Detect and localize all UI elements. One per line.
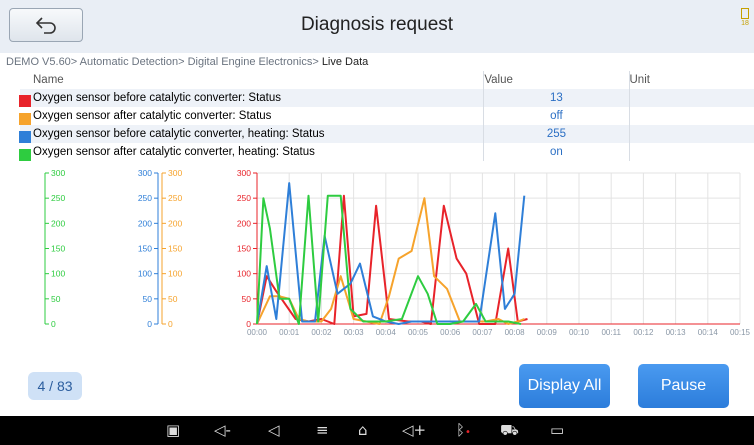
y-tick-label: 250 [138, 193, 152, 203]
row-value: 255 [483, 125, 629, 143]
x-tick-label: 00:04 [376, 328, 397, 337]
x-tick-label: 00:09 [537, 328, 558, 337]
x-tick-label: 00:00 [247, 328, 268, 337]
y-tick-label: 300 [168, 168, 182, 178]
row-name: Oxygen sensor before catalytic converter… [33, 92, 282, 104]
x-tick-label: 00:05 [408, 328, 429, 337]
x-tick-label: 00:11 [601, 328, 621, 337]
header-bar: Diagnosis request 18 [0, 0, 754, 53]
row-name: Oxygen sensor before catalytic converter… [33, 128, 325, 140]
x-tick-label: 00:13 [666, 328, 687, 337]
gallery-icon[interactable]: ▣ [166, 421, 180, 439]
screen-record-icon[interactable]: ▭ [550, 421, 564, 439]
column-header-value: Value [483, 71, 629, 89]
y-tick-label: 300 [138, 168, 152, 178]
x-tick-label: 00:02 [311, 328, 332, 337]
series-color-swatch [19, 95, 31, 107]
series-color-swatch [19, 113, 31, 125]
x-tick-label: 00:10 [569, 328, 590, 337]
row-value: on [483, 143, 629, 161]
y-tick-label: 100 [138, 269, 152, 279]
volume-up-icon[interactable]: ◁+ [402, 421, 426, 439]
page-title: Diagnosis request [300, 14, 454, 35]
y-tick-label: 100 [237, 269, 251, 279]
y-tick-label: 300 [51, 168, 65, 178]
y-tick-label: 200 [237, 218, 251, 228]
row-name: Oxygen sensor after catalytic converter:… [33, 110, 272, 122]
y-tick-label: 200 [168, 218, 182, 228]
row-value: off [483, 107, 629, 125]
y-tick-label: 50 [51, 294, 61, 304]
pause-button[interactable]: Pause [638, 364, 729, 408]
y-tick-label: 0 [147, 319, 152, 329]
y-tick-label: 0 [168, 319, 173, 329]
battery-icon: 18 [738, 8, 752, 28]
x-tick-label: 00:06 [440, 328, 461, 337]
page-indicator: 4 / 83 [28, 372, 82, 400]
row-name: Oxygen sensor after catalytic converter,… [33, 146, 315, 158]
breadcrumb: DEMO V5.60> Automatic Detection> Digital… [6, 56, 368, 68]
x-tick-label: 00:07 [472, 328, 493, 337]
table-row[interactable]: Oxygen sensor after catalytic converter,… [19, 143, 754, 161]
y-tick-label: 50 [143, 294, 153, 304]
y-tick-label: 250 [237, 193, 251, 203]
x-tick-label: 00:08 [505, 328, 526, 337]
back-nav-icon[interactable]: ◁ [268, 421, 280, 439]
row-unit [628, 125, 754, 143]
data-series-line [256, 182, 526, 325]
row-unit [628, 107, 754, 125]
y-tick-label: 300 [237, 168, 251, 178]
battery-level: 18 [741, 20, 749, 27]
y-tick-label: 150 [237, 244, 251, 254]
display-all-button[interactable]: Display All [519, 364, 610, 408]
table-row[interactable]: Oxygen sensor before catalytic converter… [19, 125, 754, 143]
row-value: 13 [483, 89, 629, 107]
live-data-chart: 0 50 100 150 200 250 300 0 50 100 150 200 250 300 0 50 1… [44, 168, 751, 337]
system-nav-bar: ▣ ◁- ◁ ≡ ⌂ ◁+ ᛒ• ⛟ ▭ [0, 416, 754, 445]
y-tick-label: 150 [51, 244, 65, 254]
table-row[interactable]: Oxygen sensor before catalytic converter… [19, 89, 754, 107]
row-unit [628, 143, 754, 161]
row-unit [628, 89, 754, 107]
y-tick-label: 50 [168, 294, 178, 304]
series-color-swatch [19, 149, 31, 161]
x-tick-label: 00:14 [698, 328, 719, 337]
y-tick-label: 50 [242, 294, 252, 304]
table-header-row: Name Value Unit [20, 71, 754, 89]
data-series-line [256, 194, 528, 325]
y-tick-label: 200 [51, 218, 65, 228]
y-tick-label: 150 [168, 244, 182, 254]
column-header-name: Name [33, 74, 64, 86]
x-tick-label: 00:01 [279, 328, 300, 337]
y-tick-label: 100 [168, 269, 182, 279]
x-tick-label: 00:15 [730, 328, 751, 337]
home-icon[interactable]: ⌂ [358, 421, 368, 439]
y-tick-label: 250 [168, 193, 182, 203]
volume-down-icon[interactable]: ◁- [214, 421, 231, 439]
live-data-table: Name Value Unit Oxygen sensor before cat… [19, 71, 754, 161]
x-tick-label: 00:12 [633, 328, 654, 337]
table-row[interactable]: Oxygen sensor after catalytic converter:… [19, 107, 754, 125]
breadcrumb-current: Live Data [321, 56, 369, 68]
y-tick-label: 250 [51, 193, 65, 203]
column-header-unit: Unit [628, 71, 754, 89]
series-color-swatch [19, 131, 31, 143]
x-tick-label: 00:03 [344, 328, 365, 337]
car-diagnostic-icon[interactable]: ⛟ [500, 421, 519, 439]
y-tick-label: 0 [51, 319, 56, 329]
breadcrumb-path: DEMO V5.60> Automatic Detection> Digital… [6, 56, 322, 68]
bluetooth-icon[interactable]: ᛒ• [456, 421, 471, 442]
menu-icon[interactable]: ≡ [316, 421, 329, 439]
y-tick-label: 100 [51, 269, 65, 279]
y-tick-label: 200 [138, 218, 152, 228]
y-tick-label: 150 [138, 244, 152, 254]
